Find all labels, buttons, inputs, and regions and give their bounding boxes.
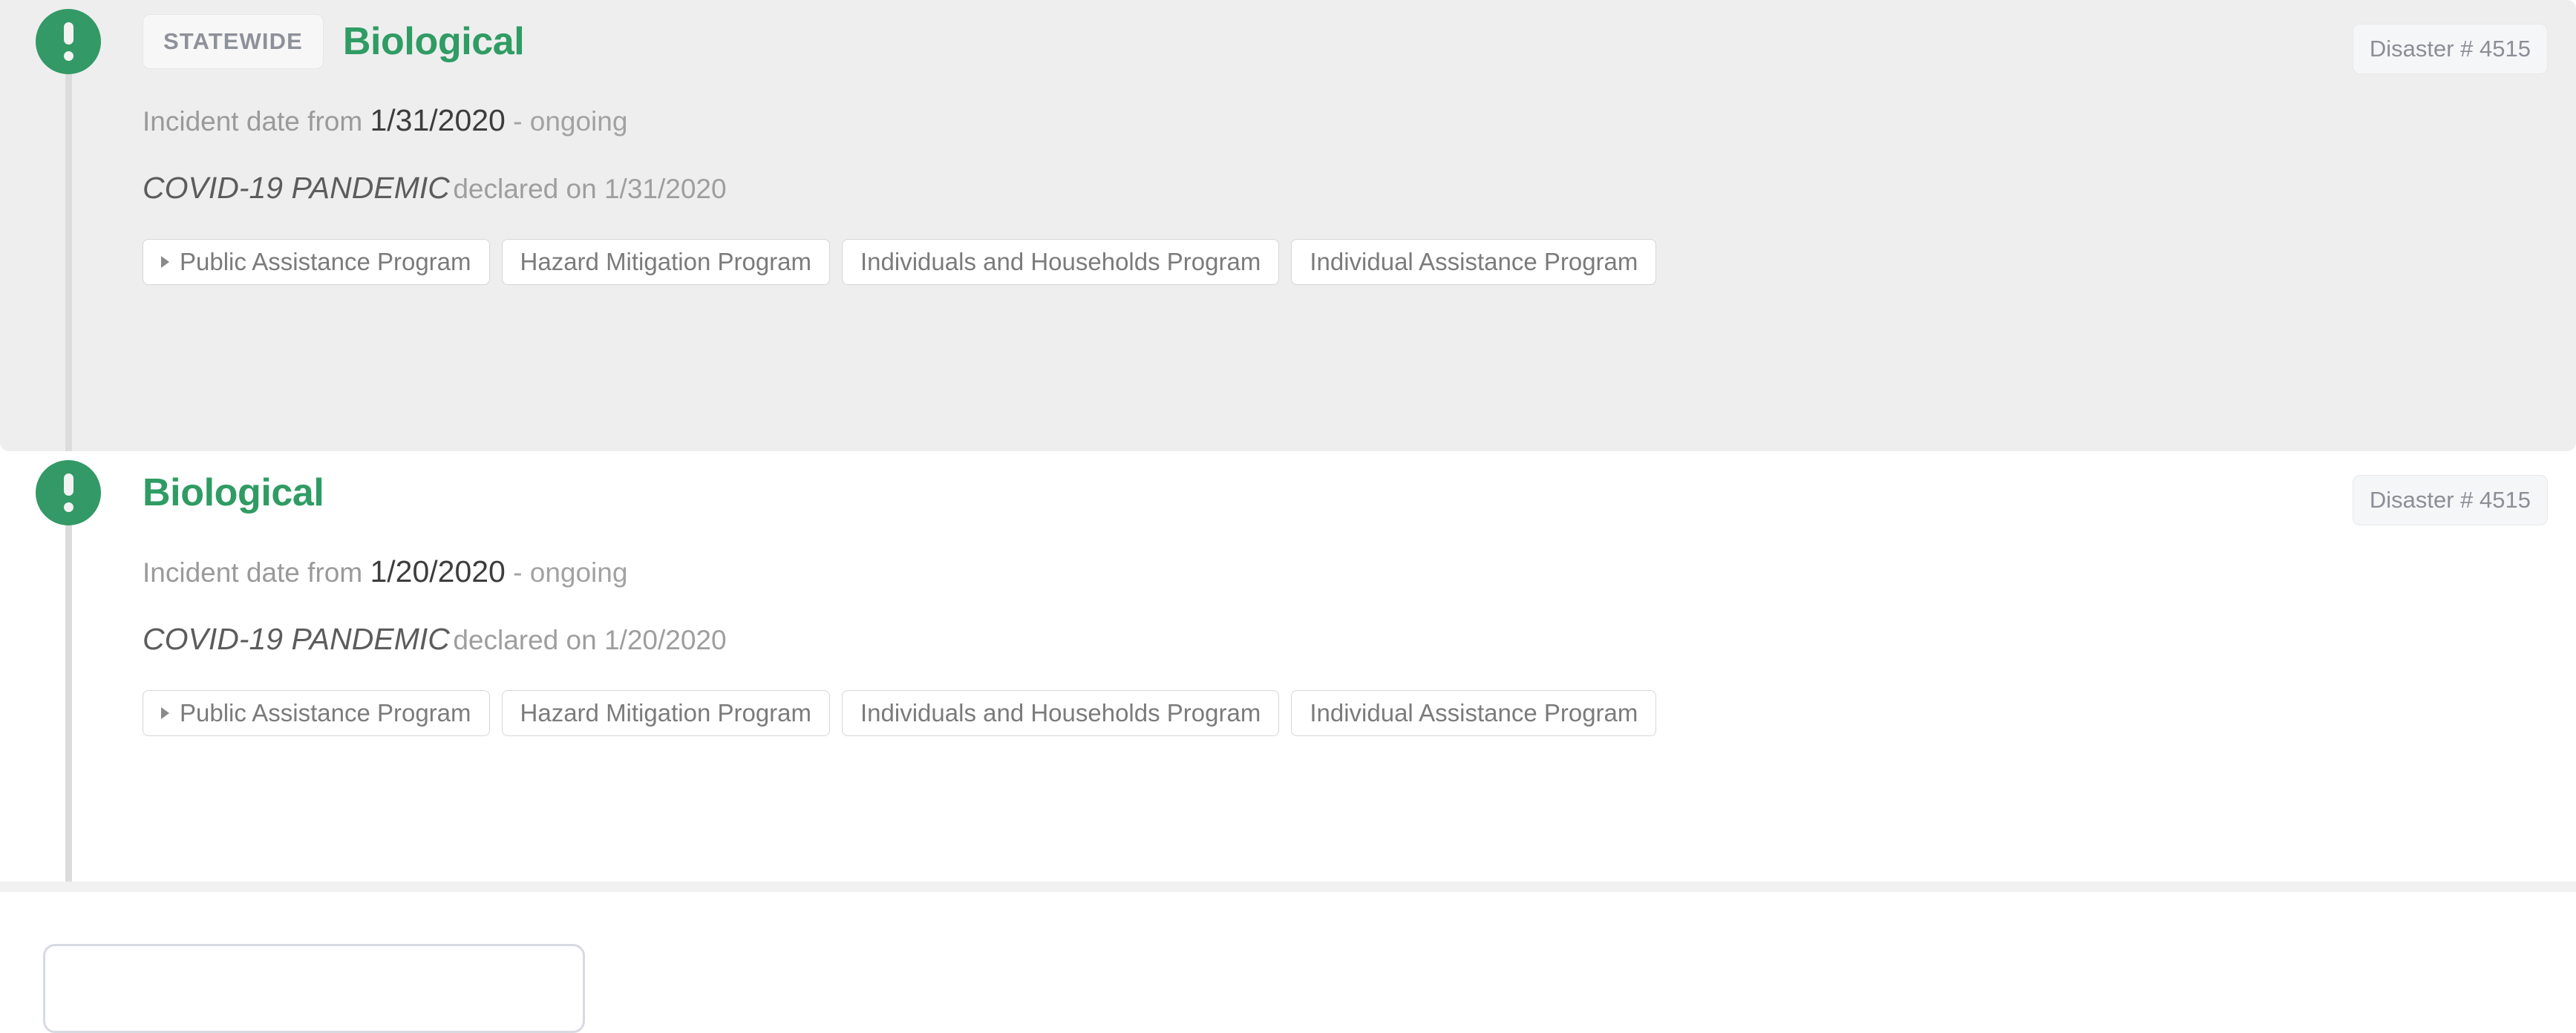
disaster-number-badge: Disaster # 4515 [2352,24,2548,74]
exclamation-circle-icon [36,9,101,74]
program-chip-label: Individual Assistance Program [1310,699,1638,727]
chevron-right-icon [161,707,169,719]
disaster-type-title[interactable]: Biological [343,22,525,61]
program-chip-label: Individuals and Households Program [860,248,1261,275]
program-chip-label: Hazard Mitigation Program [520,248,812,275]
program-chip-label: Public Assistance Program [180,248,471,275]
incident-date-line: Incident date from 1/31/2020 - ongoing [143,105,2546,136]
disaster-declarations-page: STATEWIDE Biological Incident date from … [0,0,2576,1033]
program-chip-row: Public Assistance Program Hazard Mitigat… [143,690,2546,767]
disaster-header-row: Biological [143,451,2546,534]
timeline-gutter [36,451,102,888]
declaration-date-text: declared on 1/20/2020 [453,625,727,655]
disaster-header-row: STATEWIDE Biological [143,0,2546,83]
program-chip-label: Hazard Mitigation Program [520,699,812,727]
disaster-card-body: STATEWIDE Biological Incident date from … [143,0,2576,316]
program-chip-individual-assistance[interactable]: Individual Assistance Program [1291,239,1657,285]
program-chip-row: Public Assistance Program Hazard Mitigat… [143,239,2546,316]
timeline-gutter [36,0,102,451]
incident-date-prefix: Incident date from [143,106,363,137]
declaration-title: COVID-19 PANDEMIC [143,171,450,205]
exclamation-circle-icon [36,460,101,525]
program-chip-individual-assistance[interactable]: Individual Assistance Program [1291,690,1657,736]
timeline-connector-line [65,490,72,888]
chevron-right-icon [161,256,169,268]
section-divider [0,882,2576,892]
program-chip-public-assistance[interactable]: Public Assistance Program [143,239,490,285]
next-section-panel[interactable] [43,944,585,1033]
incident-date-value: 1/20/2020 [370,554,506,588]
program-chip-label: Individuals and Households Program [860,699,1261,727]
program-chip-hazard-mitigation[interactable]: Hazard Mitigation Program [501,239,831,285]
incident-date-suffix: - ongoing [513,106,628,137]
program-chip-label: Public Assistance Program [180,699,471,727]
statewide-badge: STATEWIDE [143,14,324,69]
disaster-type-title[interactable]: Biological [143,473,324,512]
program-chip-label: Individual Assistance Program [1310,248,1638,275]
disaster-card-second[interactable]: Biological Incident date from 1/20/2020 … [0,451,2576,888]
disaster-card-statewide[interactable]: STATEWIDE Biological Incident date from … [0,0,2576,451]
program-chip-individuals-and-households[interactable]: Individuals and Households Program [842,239,1280,285]
declaration-line: COVID-19 PANDEMIC declared on 1/31/2020 [143,173,2546,203]
program-chip-hazard-mitigation[interactable]: Hazard Mitigation Program [501,690,831,736]
timeline-connector-line [65,39,72,451]
exclamation-glyph [64,22,73,61]
incident-date-prefix: Incident date from [143,557,363,588]
disaster-number-badge: Disaster # 4515 [2352,475,2548,525]
incident-date-value: 1/31/2020 [370,103,506,137]
declaration-date-text: declared on 1/31/2020 [453,174,727,204]
incident-date-suffix: - ongoing [513,557,628,588]
incident-date-line: Incident date from 1/20/2020 - ongoing [143,557,2546,587]
program-chip-public-assistance[interactable]: Public Assistance Program [143,690,490,736]
disaster-card-body: Biological Incident date from 1/20/2020 … [143,451,2576,767]
declaration-title: COVID-19 PANDEMIC [143,622,450,656]
program-chip-individuals-and-households[interactable]: Individuals and Households Program [842,690,1280,736]
exclamation-glyph [64,473,73,512]
declaration-line: COVID-19 PANDEMIC declared on 1/20/2020 [143,624,2546,655]
